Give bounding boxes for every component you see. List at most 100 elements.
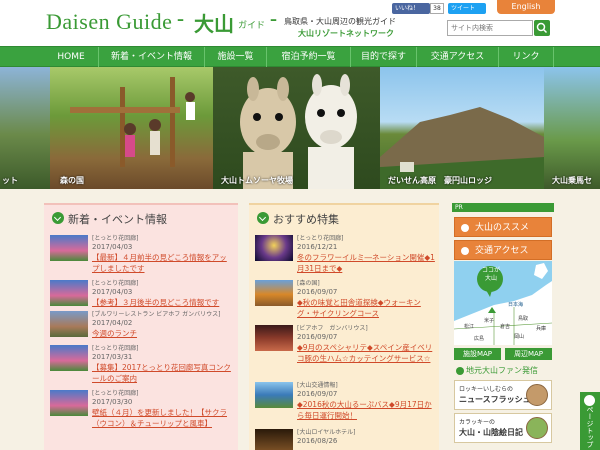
featured-date: 2016/09/07	[297, 390, 338, 398]
map-bubble-text: ココが大山	[482, 267, 501, 282]
news-category: [とっとり花回廊]	[92, 345, 139, 352]
fan-blog-link[interactable]: ロッキーいしむらの ニュースフラッシュ	[454, 380, 552, 410]
featured-title-link[interactable]: ◆秋の味覚と田舎道探検◆ウォーキング・サイクリングコース	[297, 297, 435, 319]
access-label: 交通アクセス	[475, 246, 529, 256]
photo-banner: ット 森の国 大山トムソーヤ牧場 だいせん高原 豪円山ロッジ 大山乗馬セ	[0, 67, 600, 189]
news-title-link[interactable]: 【参考】３月後半の見どころ情報です	[92, 297, 234, 308]
news-thumbnail[interactable]	[50, 235, 88, 261]
search-icon	[536, 22, 548, 34]
banner-slide[interactable]: ット	[0, 67, 50, 189]
facebook-like-button[interactable]: いいね！	[392, 3, 430, 14]
news-thumbnail[interactable]	[50, 390, 88, 416]
featured-title-link[interactable]: ◆2016秋の大山るーぷバス◆9月17日から毎日運行開始！	[297, 399, 435, 421]
page-top-button[interactable]: ページトップ	[580, 392, 600, 450]
news-title-link[interactable]: 【募集】2017とっとり花回廊写真コンクールのご案内	[92, 362, 234, 384]
fan-blog-title: 大山・山陰絵日記	[459, 428, 523, 437]
news-item[interactable]: [とっとり花回廊] 2017/03/31 【募集】2017とっとり花回廊写真コン…	[50, 343, 236, 387]
arrow-up-icon	[584, 395, 595, 406]
banner-caption: ット	[2, 176, 18, 185]
news-title-link[interactable]: 今週のランチ	[92, 328, 234, 339]
featured-category: [森の国]	[297, 280, 320, 287]
news-category: [とっとり花回廊]	[92, 235, 139, 242]
news-item[interactable]: [とっとり花回廊] 2017/03/30 壁紙（４月）を更新しました！【サクラ（…	[50, 388, 236, 432]
news-thumbnail[interactable]	[50, 345, 88, 371]
logo-jp[interactable]: 大山	[194, 8, 234, 37]
banner-slide[interactable]: 大山トムソーヤ牧場	[213, 67, 380, 189]
news-thumbnail[interactable]	[50, 280, 88, 306]
chevron-circle-icon	[52, 212, 64, 224]
banner-caption: 大山乗馬セ	[552, 176, 592, 185]
news-category: [ブルワリーレストラン ビアホフ ガンバリウス]	[92, 311, 221, 318]
facebook-like-count: 38	[430, 3, 444, 14]
nav-home[interactable]: HOME	[44, 47, 98, 67]
nav-access[interactable]: 交通アクセス	[416, 47, 498, 67]
featured-thumbnail[interactable]	[255, 325, 293, 351]
news-category: [とっとり花回廊]	[92, 280, 139, 287]
fan-blog-title: ニュースフラッシュ	[459, 395, 531, 404]
featured-item[interactable]: [森の国] 2016/09/07 ◆秋の味覚と田舎道探検◆ウォーキング・サイクリ…	[255, 278, 441, 322]
news-thumbnail[interactable]	[50, 311, 88, 337]
access-button[interactable]: 交通アクセス	[454, 240, 552, 260]
map-label: 兵庫	[536, 326, 547, 332]
news-title-link[interactable]: 壁紙（４月）を更新しました！【サクラ（ウコン）＆チューリップと風車】	[92, 407, 234, 429]
area-map[interactable]: ココが大山 日本海 鳥取 米子 松江 岡山 広島 倉吉 兵庫	[454, 261, 552, 345]
featured-item[interactable]: [大山交通情報] 2016/09/07 ◆2016秋の大山るーぷバス◆9月17日…	[255, 380, 441, 424]
nav-facilities[interactable]: 施設一覧	[204, 47, 266, 67]
daisen-susume-button[interactable]: 大山のススメ	[454, 217, 552, 237]
map-label: 日本海	[508, 302, 524, 308]
featured-thumbnail[interactable]	[255, 429, 293, 450]
news-heading: 新着・イベント情報	[68, 213, 167, 226]
featured-thumbnail[interactable]	[255, 235, 293, 261]
nav-links[interactable]: リンク	[498, 47, 554, 67]
area-map-button[interactable]: 周辺MAP	[505, 348, 552, 360]
featured-item[interactable]: [とっとり花回廊] 2016/12/21 冬のフラワーイルミ―ネーション開催◆1…	[255, 233, 441, 277]
logo-text[interactable]: Daisen Guide	[46, 9, 172, 35]
search-input[interactable]	[447, 20, 533, 36]
nav-reservations[interactable]: 宿泊予約一覧	[266, 47, 350, 67]
featured-date: 2016/09/07	[297, 333, 338, 341]
fan-heading: 地元大山ファン発信	[454, 365, 552, 377]
logo-dash-2: –	[270, 12, 277, 28]
tweet-button[interactable]: ツイート	[448, 3, 486, 14]
search-button[interactable]	[534, 20, 550, 36]
news-date: 2017/03/30	[92, 398, 133, 406]
featured-item[interactable]: [ビアホフ ガンバリウス] 2016/09/07 ◆9月のスペシャリテ◆スペイン…	[255, 323, 441, 367]
featured-title-link[interactable]: 冬のフラワーイルミ―ネーション開催◆1月31日まで◆	[297, 252, 435, 274]
fan-blog-subtitle: カラッキーの	[459, 419, 496, 426]
news-date: 2017/03/31	[92, 353, 133, 361]
featured-date: 2016/12/21	[297, 243, 338, 251]
featured-heading: おすすめ特集	[273, 213, 339, 226]
alpaca-photo	[240, 74, 357, 189]
site-header: Daisen Guide – 大山 ガイド – 鳥取県・大山周辺の観光ガイド 大…	[0, 0, 600, 46]
main-nav: HOME 新着・イベント情報 施設一覧 宿泊予約一覧 目的で探す 交通アクセス …	[0, 46, 600, 67]
featured-date: 2016/08/26	[297, 437, 338, 445]
nav-purpose[interactable]: 目的で探す	[350, 47, 416, 67]
news-item[interactable]: [とっとり花回廊] 2017/04/03 【最新】４月前半の見どころ情報をアップ…	[50, 233, 236, 277]
featured-date: 2016/09/07	[297, 288, 338, 296]
fan-heading-text: 地元大山ファン発信	[466, 366, 538, 375]
banner-slide[interactable]: だいせん高原 豪円山ロッジ	[380, 67, 544, 189]
banner-caption: だいせん高原 豪円山ロッジ	[388, 176, 492, 185]
pr-tag: PR	[452, 203, 554, 212]
banner-slide[interactable]: 大山乗馬セ	[544, 67, 600, 189]
fan-blog-link[interactable]: カラッキーの 大山・山陰絵日記	[454, 413, 552, 443]
japan-map-graphic	[454, 263, 552, 345]
circle-arrow-icon	[461, 224, 469, 232]
news-category: [とっとり花回廊]	[92, 390, 139, 397]
chevron-circle-icon	[257, 212, 269, 224]
featured-category: [ビアホフ ガンバリウス]	[297, 325, 368, 332]
featured-item[interactable]: [大山ロイヤルホテル] 2016/08/26	[255, 427, 441, 450]
site-tagline: 鳥取県・大山周辺の観光ガイド	[284, 17, 396, 26]
map-label: 広島	[474, 336, 485, 342]
facility-map-button[interactable]: 施設MAP	[454, 348, 501, 360]
english-button[interactable]: English	[497, 0, 555, 14]
avatar	[526, 384, 548, 406]
banner-slide[interactable]: 森の国	[50, 67, 213, 189]
featured-thumbnail[interactable]	[255, 280, 293, 306]
site-network-name: 大山リゾートネットワーク	[298, 29, 394, 38]
nav-news[interactable]: 新着・イベント情報	[98, 47, 204, 67]
featured-thumbnail[interactable]	[255, 382, 293, 408]
news-title-link[interactable]: 【最新】４月前半の見どころ情報をアップしましたです	[92, 252, 234, 274]
daisen-susume-label: 大山のススメ	[475, 223, 530, 233]
featured-title-link[interactable]: ◆9月のスペシャリテ◆スペイン産イベリコ豚の生ハム☆カッテイングサービス☆	[297, 342, 435, 364]
